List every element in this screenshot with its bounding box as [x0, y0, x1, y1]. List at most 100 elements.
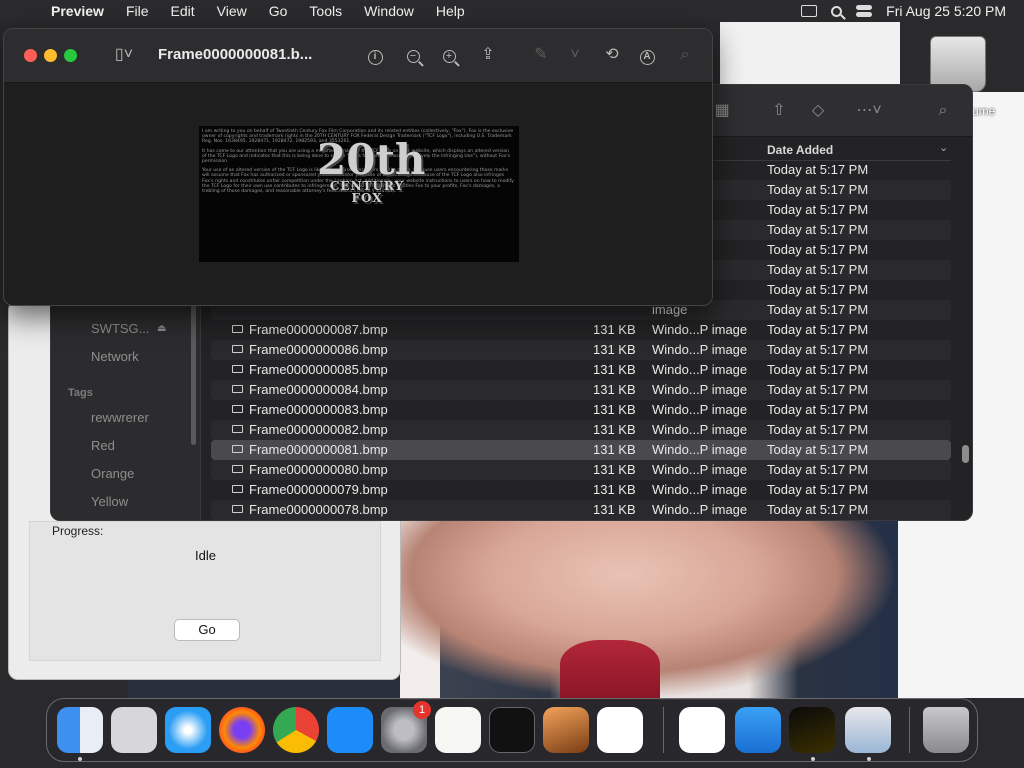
file-size: 131 KB: [593, 382, 636, 397]
menu-app-name[interactable]: Preview: [40, 3, 115, 19]
maximize-button[interactable]: [64, 49, 77, 62]
zoom-out-icon[interactable]: −: [402, 44, 424, 66]
list-scrollbar[interactable]: [962, 445, 969, 463]
firefox-app-icon[interactable]: [219, 707, 265, 753]
share-icon[interactable]: ⇧: [770, 102, 788, 120]
preview-app-icon[interactable]: [845, 707, 891, 753]
file-kind: Windo...P image: [652, 462, 748, 477]
file-kind: Windo...P image: [652, 422, 748, 437]
safari-app-icon[interactable]: [165, 707, 211, 753]
file-name: Frame0000000082.bmp: [249, 422, 388, 437]
table-row[interactable]: Frame0000000084.bmp 131 KB Windo...P image…: [211, 380, 951, 400]
system-settings-app-icon[interactable]: 1: [381, 701, 431, 753]
file-icon: [232, 385, 243, 393]
file-size: 131 KB: [593, 402, 636, 417]
file-kind: Windo...P image: [652, 322, 748, 337]
tag-icon[interactable]: ◇: [809, 102, 827, 120]
menu-go[interactable]: Go: [258, 3, 299, 19]
file-name: Frame0000000086.bmp: [249, 342, 388, 357]
table-row[interactable]: Frame0000000080.bmp 131 KB Windo...P image…: [211, 460, 951, 480]
file-icon: [232, 425, 243, 433]
file-date: Today at 5:17 PM: [767, 182, 869, 197]
sidebar-tag-red[interactable]: Red: [91, 438, 115, 453]
file-icon: [232, 345, 243, 353]
file-name: Frame0000000079.bmp: [249, 482, 388, 497]
screen-mirroring-icon[interactable]: [801, 5, 818, 17]
file-date: Today at 5:17 PM: [767, 242, 869, 257]
markup-icon[interactable]: A: [636, 44, 658, 66]
weather-app-icon[interactable]: [735, 707, 781, 753]
sidebar-toggle-icon[interactable]: ▯˅: [104, 44, 144, 66]
menu-help[interactable]: Help: [425, 3, 476, 19]
zoom-in-icon[interactable]: +: [438, 44, 460, 66]
visual-studio-app-icon[interactable]: [679, 707, 725, 753]
garageband-app-icon[interactable]: [543, 707, 589, 753]
spotlight-search-icon[interactable]: [831, 5, 843, 17]
table-row[interactable]: Frame0000000079.bmp 131 KB Windo...P image…: [211, 480, 951, 500]
file-date: Today at 5:17 PM: [767, 422, 869, 437]
vscode-app-icon[interactable]: [597, 707, 643, 753]
terminal-app-icon[interactable]: [489, 707, 535, 753]
info-icon[interactable]: i: [364, 44, 386, 66]
minimize-button[interactable]: [44, 49, 57, 62]
table-row[interactable]: Frame0000000082.bmp 131 KB Windo...P image…: [211, 420, 951, 440]
rotate-icon[interactable]: ⟲: [601, 44, 623, 66]
file-size: 131 KB: [593, 442, 636, 457]
chevron-down-icon[interactable]: ⌄: [939, 141, 948, 154]
search-icon[interactable]: ⌕: [674, 44, 696, 66]
search-icon[interactable]: ⌕: [934, 102, 952, 120]
markup-chevron-icon[interactable]: ˅: [564, 44, 586, 66]
chrome-app-icon[interactable]: [273, 707, 319, 753]
terminal-game-app-icon[interactable]: [789, 707, 835, 753]
running-indicator: [867, 757, 871, 761]
menu-tools[interactable]: Tools: [298, 3, 353, 19]
eject-icon[interactable]: ⏏: [157, 323, 166, 334]
action-menu-icon[interactable]: ⋯˅: [851, 102, 887, 120]
sidebar-scrollbar[interactable]: [191, 305, 196, 445]
sidebar-item-swtsg[interactable]: SWTSG...: [91, 321, 150, 336]
file-kind: Windo...P image: [652, 402, 748, 417]
file-size: 131 KB: [593, 422, 636, 437]
menubar-clock[interactable]: Fri Aug 25 5:20 PM: [886, 3, 1006, 19]
go-button[interactable]: Go: [174, 619, 240, 641]
launchpad-app-icon[interactable]: [111, 707, 157, 753]
app-store-app-icon[interactable]: [327, 707, 373, 753]
file-date: Today at 5:17 PM: [767, 402, 869, 417]
sidebar-tag-yellow[interactable]: Yellow: [91, 494, 128, 509]
close-button[interactable]: [24, 49, 37, 62]
notification-badge: 1: [413, 701, 431, 719]
view-options-icon[interactable]: ▦: [713, 102, 731, 120]
markup-pen-icon[interactable]: ✎: [530, 44, 552, 66]
file-name: Frame0000000087.bmp: [249, 322, 388, 337]
menu-edit[interactable]: Edit: [160, 3, 206, 19]
logo-text: CENTURY FOX: [329, 179, 405, 205]
file-date: Today at 5:17 PM: [767, 222, 869, 237]
running-indicator: [811, 757, 815, 761]
menu-view[interactable]: View: [206, 3, 258, 19]
file-date: Today at 5:17 PM: [767, 322, 869, 337]
file-icon: [232, 465, 243, 473]
finder-app-icon[interactable]: [57, 707, 103, 753]
progress-label: Progress:: [52, 524, 104, 538]
logo-number: 20th: [317, 135, 426, 184]
table-row[interactable]: Frame0000000085.bmp 131 KB Windo...P image…: [211, 360, 951, 380]
control-center-icon[interactable]: [856, 5, 873, 17]
table-row[interactable]: Frame0000000087.bmp 131 KB Windo...P image…: [211, 320, 951, 340]
column-date-added[interactable]: Date Added: [767, 143, 833, 157]
share-icon[interactable]: ⇪: [477, 44, 499, 66]
file-date: Today at 5:17 PM: [767, 262, 869, 277]
table-row[interactable]: Frame0000000083.bmp 131 KB Windo...P image…: [211, 400, 951, 420]
trash-icon[interactable]: [923, 707, 969, 753]
table-row[interactable]: Frame0000000086.bmp 131 KB Windo...P image…: [211, 340, 951, 360]
sidebar-item-network[interactable]: Network: [91, 349, 139, 364]
textedit-app-icon[interactable]: [435, 707, 481, 753]
table-row[interactable]: Frame0000000077.bmp131 KBWindo...P image…: [211, 520, 951, 521]
sidebar-tag-rewwrerer[interactable]: rewwrerer: [91, 410, 149, 425]
file-size: 131 KB: [593, 362, 636, 377]
file-name: Frame0000000083.bmp: [249, 402, 388, 417]
menu-file[interactable]: File: [115, 3, 160, 19]
menu-window[interactable]: Window: [353, 3, 425, 19]
table-row[interactable]: Frame0000000081.bmp 131 KB Windo...P image…: [211, 440, 951, 460]
sidebar-tag-orange[interactable]: Orange: [91, 466, 134, 481]
table-row[interactable]: Frame0000000078.bmp 131 KB Windo...P image…: [211, 500, 951, 520]
